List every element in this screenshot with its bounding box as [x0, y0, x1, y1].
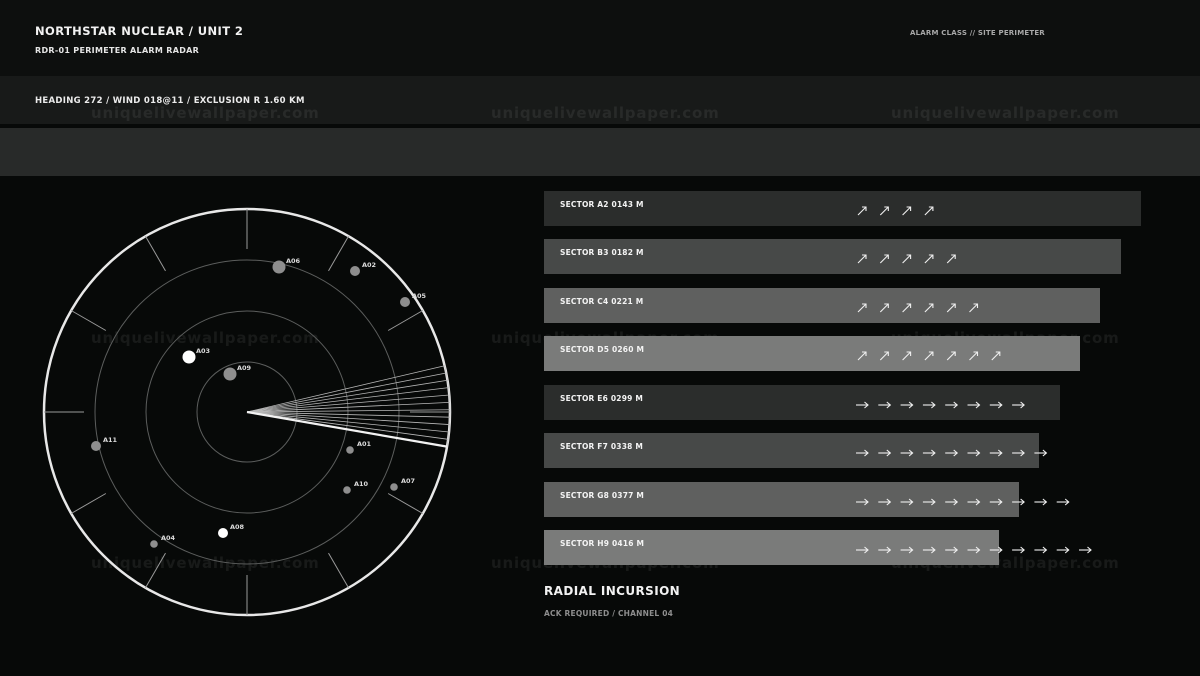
- vector-arrow-icon: [945, 546, 959, 554]
- vector-arrow-icon: [1034, 546, 1048, 554]
- vector-arrow-icon: [1079, 546, 1092, 554]
- vector-arrow-icon: [856, 546, 869, 554]
- vector-arrow-icon: [989, 546, 1003, 554]
- vector-arrow-icon: [1056, 546, 1070, 554]
- vector-arrow-icon: [922, 546, 936, 554]
- incursion-subtitle: ACK REQUIRED / CHANNEL 04: [544, 609, 674, 618]
- incursion-title: RADIAL INCURSION: [544, 584, 681, 598]
- vector-arrow-icon: [900, 546, 914, 554]
- vector-arrow-icon: [967, 546, 981, 554]
- vector-arrow-icon: [1012, 546, 1025, 554]
- sector-vector-arrows: [856, 546, 1092, 554]
- vector-arrow-icon: [878, 546, 892, 554]
